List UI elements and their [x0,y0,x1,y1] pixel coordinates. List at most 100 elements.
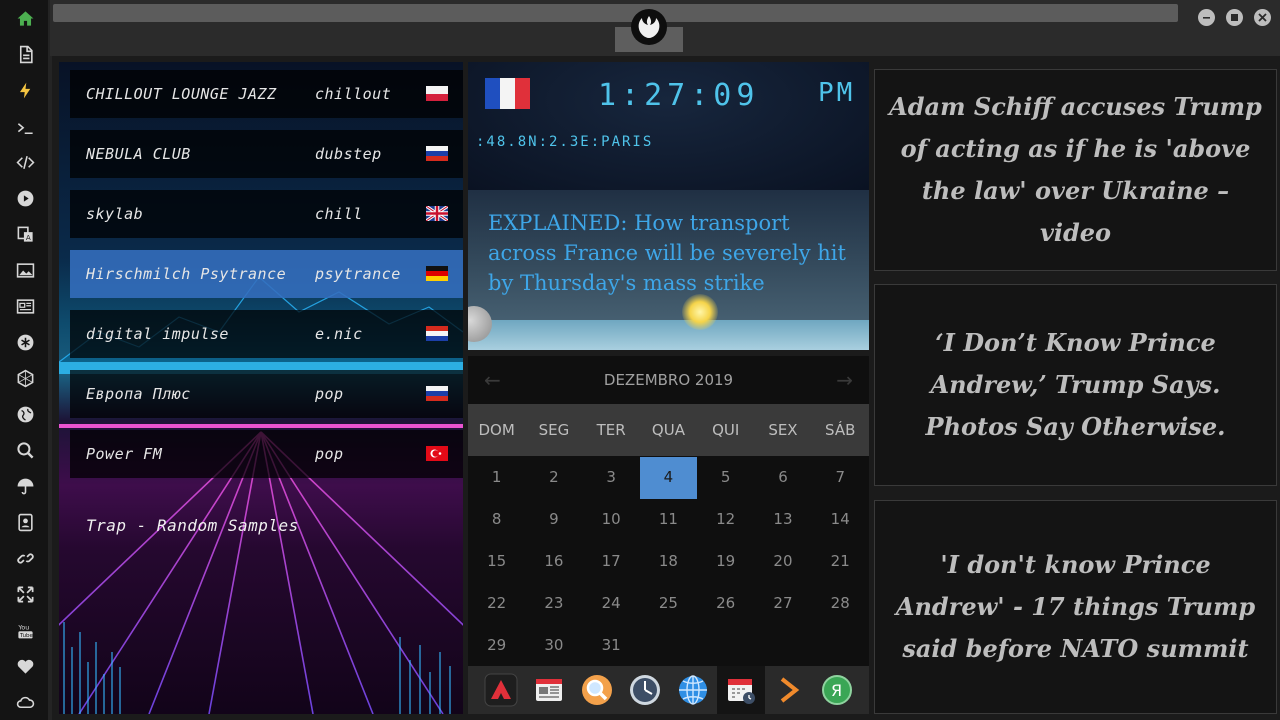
calendar-day[interactable]: 21 [812,541,869,583]
play-icon[interactable] [12,185,38,211]
calendar-day[interactable]: 2 [525,457,582,499]
calendar-week: 22 23 24 25 26 27 28 [468,583,869,625]
calendar-day[interactable]: 13 [754,499,811,541]
sun-icon [682,294,718,330]
image-icon[interactable] [12,257,38,283]
cloud-icon[interactable] [12,689,38,715]
weekday-label: QUA [651,421,685,439]
globe-icon[interactable] [12,401,38,427]
calendar-day[interactable] [697,625,754,667]
calendar-day[interactable]: 16 [525,541,582,583]
calendar-day[interactable]: 5 [697,457,754,499]
yandex-app-icon[interactable]: Я [813,666,861,714]
lightning-icon[interactable] [12,77,38,103]
calendar-day[interactable] [754,625,811,667]
calendar-day[interactable]: 29 [468,625,525,667]
document-icon[interactable] [12,41,38,67]
clock-time: 1:27:09 [598,78,760,113]
calendar-day[interactable]: 12 [697,499,754,541]
world-clock-panel: 1:27:09 PM :48.8N:2.3E:PARIS EXPLAINED: … [468,62,869,350]
home-icon[interactable] [12,5,38,31]
calendar-week: 8 9 10 11 12 13 14 [468,499,869,541]
link-icon[interactable] [12,545,38,571]
news-headline: Adam Schiff accuses Trump of acting as i… [889,92,1262,247]
contacts-icon[interactable] [12,509,38,535]
station-name: Hirschmilch Psytrance [86,265,287,283]
weekday-label: SEG [538,421,570,439]
terminal-icon[interactable] [12,115,38,141]
calendar-day[interactable]: 19 [697,541,754,583]
minimize-button[interactable] [1198,9,1215,26]
news-card[interactable]: 'I don't know Prince Andrew' - 17 things… [874,500,1277,714]
calendar-day[interactable] [812,625,869,667]
weekday-label: TER [596,421,626,439]
youtube-icon[interactable]: You Tube [12,617,38,643]
translate-icon[interactable]: A [12,221,38,247]
heart-icon[interactable] [12,653,38,679]
calendar-day[interactable]: 20 [754,541,811,583]
close-button[interactable] [1254,9,1271,26]
news-card[interactable]: ‘I Don’t Know Prince Andrew,’ Trump Says… [874,284,1277,486]
calendar-widget: ← DEZEMBRO 2019 → DOM SEG TER QUA QUI SE… [468,356,869,666]
app-dock: Я [468,666,869,714]
calendar-day-today[interactable]: 4 [639,457,698,499]
maximize-button[interactable] [1226,9,1243,26]
clock-app-icon[interactable] [621,666,669,714]
calendar-app-icon[interactable] [717,666,765,714]
station-row[interactable]: NEBULA CLUB dubstep [70,130,463,178]
weekday-label: SÁB [825,421,856,439]
rebel-alliance-logo-icon[interactable] [631,9,667,45]
globe-app-icon[interactable] [669,666,717,714]
calendar-day[interactable]: 7 [812,457,869,499]
station-row[interactable]: CHILLOUT LOUNGE JAZZ chillout [70,70,463,118]
prev-month-icon[interactable]: ← [484,368,501,392]
calendar-day[interactable]: 28 [812,583,869,625]
search-app-icon[interactable] [573,666,621,714]
station-name: skylab [86,205,144,223]
hexagon-icon[interactable] [12,365,38,391]
station-row-active[interactable]: Hirschmilch Psytrance psytrance [70,250,463,298]
calendar-day[interactable]: 14 [812,499,869,541]
calendar-day[interactable]: 1 [468,457,525,499]
umbrella-icon[interactable] [12,473,38,499]
calendar-month: DEZEMBRO 2019 [603,371,734,389]
news-icon[interactable] [12,293,38,319]
red-triangle-app-icon[interactable] [477,666,525,714]
calendar-day[interactable]: 8 [468,499,525,541]
calendar-day[interactable]: 18 [640,541,697,583]
calendar-day[interactable]: 24 [583,583,640,625]
expand-icon[interactable] [12,581,38,607]
clock-ampm: PM [818,78,856,108]
calendar-day[interactable]: 17 [583,541,640,583]
code-icon[interactable] [12,149,38,175]
search-icon[interactable] [12,437,38,463]
station-genre: psytrance [315,265,401,283]
calendar-day[interactable]: 11 [640,499,697,541]
news-app-icon[interactable] [525,666,573,714]
calendar-day[interactable]: 23 [525,583,582,625]
calendar-day[interactable]: 22 [468,583,525,625]
calendar-day[interactable]: 6 [754,457,811,499]
station-row[interactable]: Европа Плюс pop [70,370,463,418]
calendar-day[interactable] [640,625,697,667]
station-row[interactable]: Power FM pop [70,430,463,478]
station-row[interactable]: digital impulse e.nic [70,310,463,358]
calendar-day[interactable]: 31 [583,625,640,667]
calendar-day[interactable]: 26 [697,583,754,625]
calendar-day[interactable]: 15 [468,541,525,583]
next-month-icon[interactable]: → [836,368,853,392]
station-genre: pop [315,385,344,403]
calendar-day[interactable]: 9 [525,499,582,541]
address-bar[interactable] [53,4,1178,22]
weekday-label: SEX [768,421,798,439]
calendar-day[interactable]: 27 [754,583,811,625]
calendar-day[interactable]: 3 [583,457,640,499]
station-row[interactable]: skylab chill [70,190,463,238]
calendar-day[interactable]: 25 [640,583,697,625]
news-card[interactable]: Adam Schiff accuses Trump of acting as i… [874,69,1277,271]
play-arrow-app-icon[interactable] [765,666,813,714]
calendar-day[interactable]: 10 [583,499,640,541]
calendar-day[interactable]: 30 [525,625,582,667]
clock-headline-link[interactable]: EXPLAINED: How transport across France w… [488,208,848,298]
asterisk-icon[interactable] [12,329,38,355]
